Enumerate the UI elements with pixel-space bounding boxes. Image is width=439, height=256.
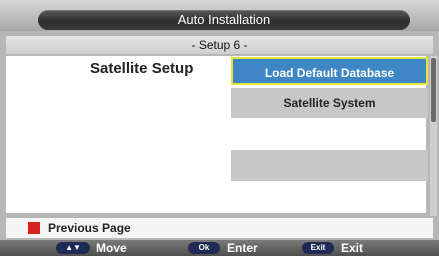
enter-hint-label: Enter xyxy=(227,241,258,255)
red-key-icon xyxy=(28,222,40,234)
exit-key-icon: Exit xyxy=(302,242,334,254)
previous-page-label: Previous Page xyxy=(48,221,131,235)
title-bar: Auto Installation xyxy=(0,0,439,31)
load-default-database-button[interactable]: Load Default Database xyxy=(231,57,428,85)
page-title: Auto Installation xyxy=(38,10,410,30)
exit-hint-label: Exit xyxy=(341,241,364,255)
satellite-system-button[interactable]: Satellite System xyxy=(231,88,428,118)
move-hint-label: Move xyxy=(96,241,127,255)
empty-option-slot[interactable] xyxy=(231,150,428,181)
scrollbar-thumb[interactable] xyxy=(431,58,436,122)
section-heading: Satellite Setup xyxy=(90,60,194,77)
ok-key-icon: Ok xyxy=(188,242,220,254)
tv-menu-window: Auto Installation - Setup 6 - Satellite … xyxy=(0,0,439,256)
up-down-arrow-icon: ▲▼ xyxy=(56,242,90,254)
setup-step-label: - Setup 6 - xyxy=(6,36,433,54)
